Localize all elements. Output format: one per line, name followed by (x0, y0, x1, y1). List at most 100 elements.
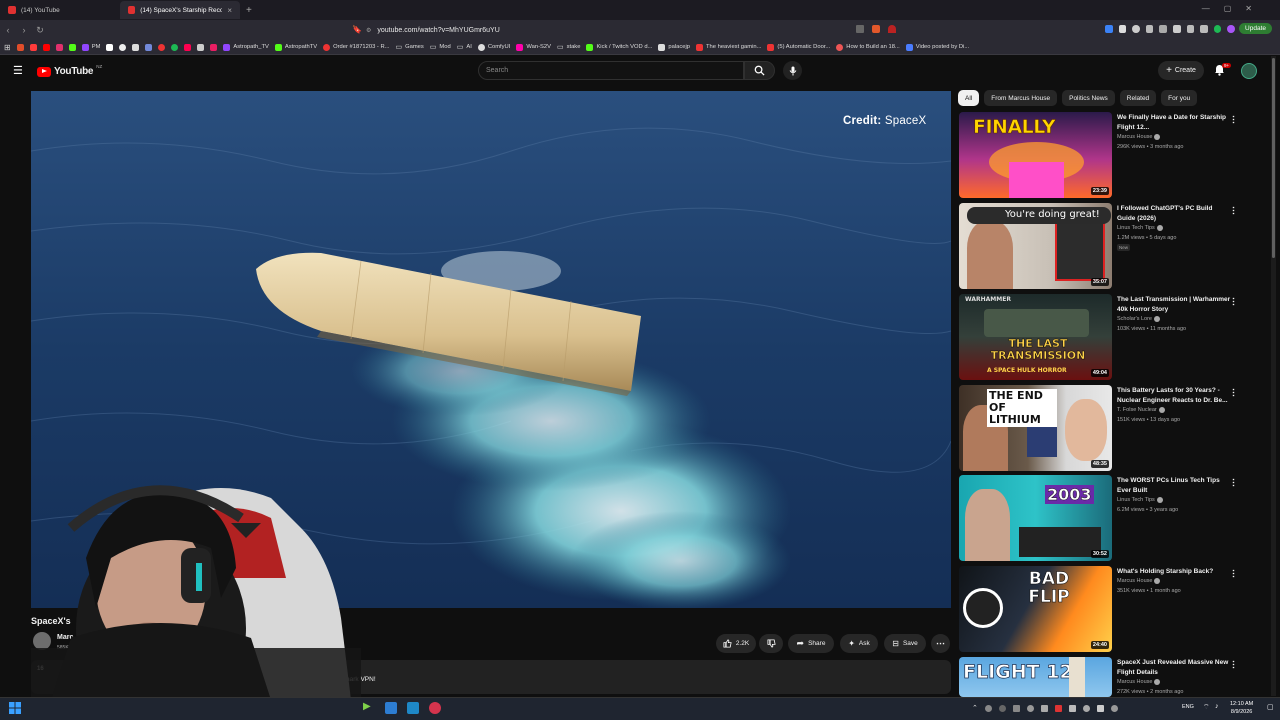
taskbar-app-icon[interactable] (429, 702, 441, 714)
video-thumbnail[interactable]: You're doing great! 35:07 (959, 203, 1112, 289)
recommendation-item[interactable]: WARHAMMER THE LAST TRANSMISSION A SPACE … (959, 294, 1264, 380)
close-tab-icon[interactable]: × (227, 6, 232, 15)
scrollbar-thumb[interactable] (1272, 58, 1275, 258)
extension-icon[interactable] (1186, 25, 1195, 33)
tray-icon[interactable] (998, 704, 1006, 712)
notification-center-icon[interactable]: ▢ (1267, 703, 1274, 711)
video-title[interactable]: The WORST PCs Linus Tech Tips Ever Built (1117, 476, 1232, 495)
taskbar-app-icon[interactable] (407, 702, 419, 714)
bookmark-item[interactable]: How to Build an 18... (836, 43, 900, 51)
extension-icon[interactable] (1132, 25, 1140, 33)
update-button[interactable]: Update (1239, 23, 1272, 34)
bookmark-item[interactable]: Wan-S2V (516, 43, 551, 51)
search-input[interactable]: Search (478, 61, 744, 80)
apps-grid-icon[interactable]: ⊞ (4, 43, 11, 52)
recommendation-item[interactable]: FLIGHT 12 SpaceX Just Revealed Massive N… (959, 657, 1264, 697)
bookmark-favicon-icon[interactable] (197, 43, 205, 51)
tray-icon[interactable] (1082, 704, 1090, 712)
bookmark-favicon-icon[interactable] (16, 43, 24, 51)
bookmark-folder[interactable]: ▭ AI (457, 43, 472, 51)
bookmark-item[interactable]: Order #1871203 - R... (323, 43, 389, 51)
bookmark-icon[interactable]: 🔖 (352, 25, 362, 34)
bookmark-item[interactable]: Kick / Twitch VOD d... (586, 43, 652, 51)
channel-row[interactable]: Linus Tech Tips (1117, 225, 1163, 231)
channel-row[interactable]: Marcus House (1117, 134, 1161, 140)
ask-button[interactable]: ✦ Ask (840, 634, 878, 653)
bookmark-favicon-icon[interactable] (171, 43, 179, 51)
tray-icon[interactable] (1012, 704, 1020, 712)
dislike-button[interactable] (759, 634, 783, 653)
video-title[interactable]: SpaceX Just Revealed Massive New Flight … (1117, 658, 1232, 677)
input-language[interactable]: ENG (1182, 704, 1194, 710)
taskbar-clock[interactable]: 12:10 AM 8/9/2026 (1230, 700, 1253, 716)
video-thumbnail[interactable]: 2003 30:52 (959, 475, 1112, 561)
media-player-icon[interactable]: ▶ (363, 701, 371, 712)
tray-icon[interactable] (1040, 704, 1048, 712)
youtube-logo[interactable]: YouTube NZ (37, 64, 102, 77)
more-vert-icon[interactable]: ⋯ (1229, 388, 1239, 397)
bookmark-item[interactable]: ComfyUI (477, 43, 510, 51)
bookmark-favicon-icon[interactable] (42, 43, 50, 51)
bookmark-favicon-icon[interactable] (68, 43, 76, 51)
vpn-icon[interactable] (1213, 25, 1222, 33)
wifi-icon[interactable]: ⌔ (1203, 703, 1210, 712)
tray-icon[interactable] (1068, 704, 1076, 712)
hamburger-menu-icon[interactable]: ☰ (13, 64, 23, 77)
chip-for-you[interactable]: For you (1161, 90, 1198, 106)
create-button[interactable]: + Create (1158, 61, 1204, 80)
extension-icon[interactable] (1200, 25, 1208, 33)
bookmark-item[interactable]: palacejp (658, 43, 690, 51)
video-title[interactable]: We Finally Have a Date for Starship Flig… (1117, 113, 1232, 132)
voice-search-button[interactable] (783, 61, 802, 80)
screen-icon[interactable] (856, 25, 864, 33)
recommendation-item[interactable]: FINALLY 23:39 We Finally Have a Date for… (959, 112, 1264, 198)
bookmark-folder[interactable]: ▭ Mod (430, 43, 451, 51)
save-button[interactable]: ⊟ Save (884, 634, 926, 653)
video-thumbnail[interactable]: FINALLY 23:39 (959, 112, 1112, 198)
sidebar-toggle-icon[interactable] (1172, 25, 1181, 33)
extension-icon[interactable] (1118, 25, 1127, 33)
video-title[interactable]: I Followed ChatGPT's PC Build Guide (202… (1117, 204, 1232, 223)
tray-icon[interactable] (1096, 704, 1104, 712)
bookmark-favicon-icon[interactable] (55, 43, 63, 51)
tray-icon[interactable] (1054, 704, 1062, 712)
bookmark-favicon-icon[interactable] (29, 43, 37, 51)
bookmark-item[interactable]: Video posted by Di... (905, 43, 969, 51)
site-info-icon[interactable]: ⚙ (366, 27, 371, 34)
bookmark-favicon-icon[interactable] (158, 43, 166, 51)
video-thumbnail[interactable]: BAD FLIP 24:40 (959, 566, 1112, 652)
bookmark-favicon-icon[interactable] (132, 43, 140, 51)
video-thumbnail[interactable]: THE END OF LITHIUM 48:35 (959, 385, 1112, 471)
bookmark-folder[interactable]: ▭ stake (557, 43, 580, 51)
share-button[interactable]: ➦ Share (788, 634, 834, 653)
recommendation-item[interactable]: 2003 30:52 The WORST PCs Linus Tech Tips… (959, 475, 1264, 561)
back-icon[interactable]: ‹ (0, 25, 16, 35)
like-button[interactable]: 2.2K (716, 634, 756, 653)
bookmark-favicon-icon[interactable] (106, 43, 114, 51)
channel-row[interactable]: Scholar's Lore (1117, 316, 1160, 322)
channel-row[interactable]: Linus Tech Tips (1117, 497, 1163, 503)
tray-icon[interactable] (1110, 704, 1118, 712)
account-avatar[interactable] (1241, 63, 1257, 79)
extension-icon[interactable] (1145, 25, 1154, 33)
extension-icon[interactable] (1159, 25, 1167, 33)
channel-row[interactable]: Marcus House (1117, 679, 1161, 685)
window-controls[interactable]: —▢✕ (1202, 4, 1266, 13)
bookmark-favicon-icon[interactable] (210, 43, 218, 51)
bookmark-item[interactable]: AstropathTV (274, 43, 317, 51)
bookmark-folder[interactable]: ▭ Games (395, 43, 423, 51)
chip-politics-news[interactable]: Politics News (1062, 90, 1115, 106)
leo-icon[interactable] (1227, 25, 1235, 33)
url-field[interactable]: ⚙ youtube.com/watch?v=MhYUGmr6uYU (366, 22, 906, 38)
volume-icon[interactable]: ♪ (1215, 703, 1219, 710)
search-button[interactable] (744, 61, 775, 80)
chip-all[interactable]: All (958, 90, 980, 106)
rewards-icon[interactable] (888, 25, 896, 33)
bookmark-favicon-icon[interactable] (145, 43, 153, 51)
video-thumbnail[interactable]: WARHAMMER THE LAST TRANSMISSION A SPACE … (959, 294, 1112, 380)
windows-start-icon[interactable] (9, 702, 21, 714)
chip-from-channel[interactable]: From Marcus House (984, 90, 1058, 106)
tab-starship-video[interactable]: (14) SpaceX's Starship Recov... × (120, 1, 240, 19)
bookmark-favicon-icon[interactable] (119, 43, 127, 51)
more-vert-icon[interactable]: ⋯ (1229, 660, 1239, 669)
